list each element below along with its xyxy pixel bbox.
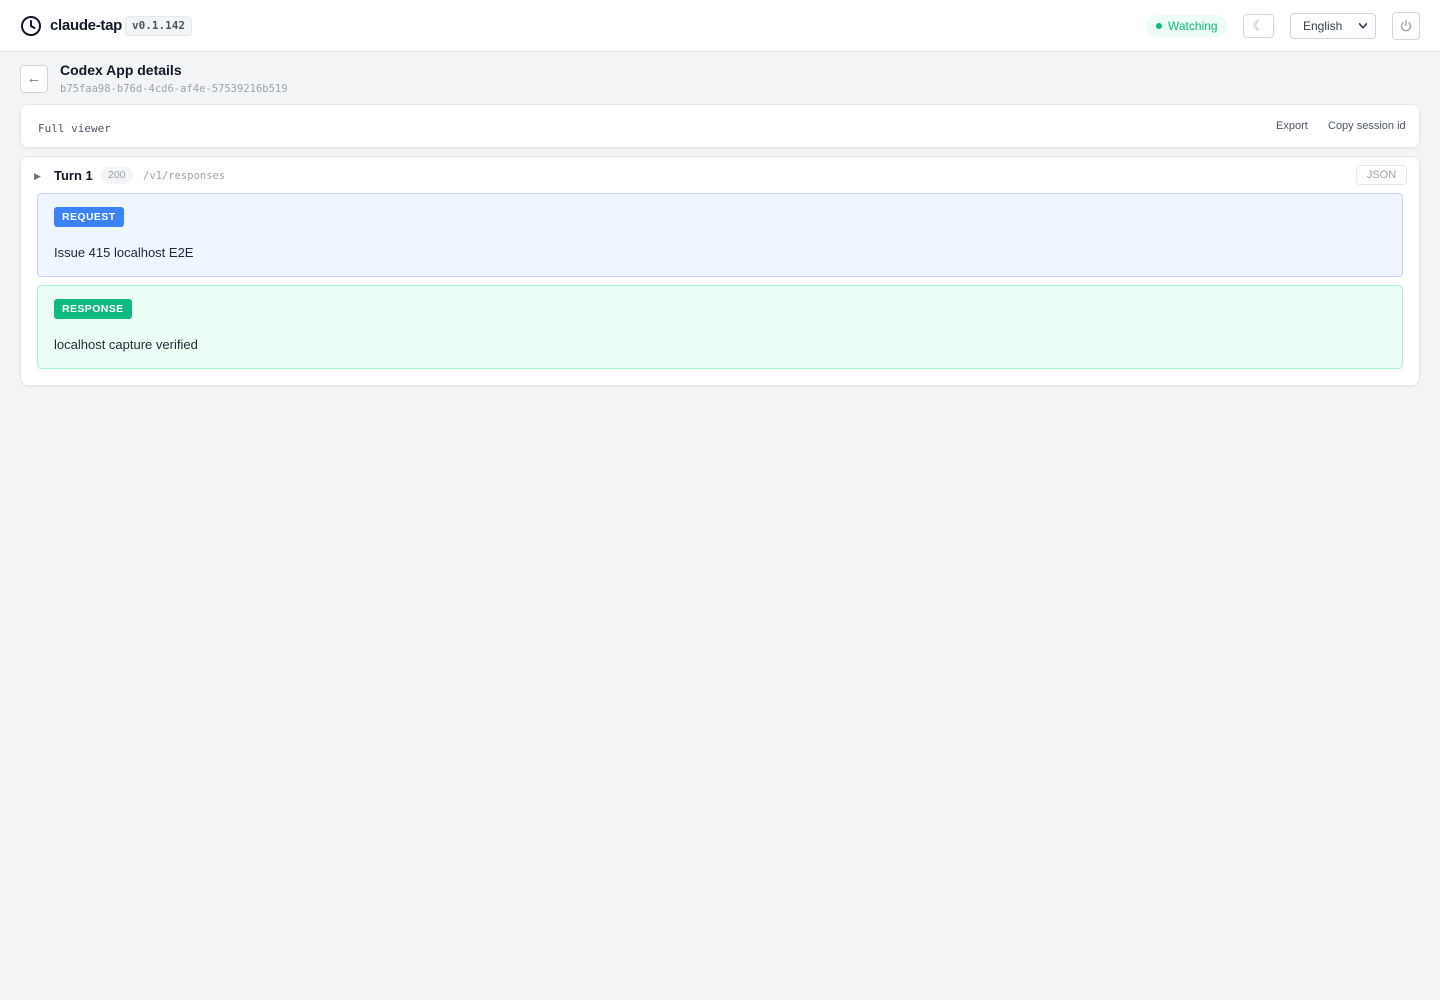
request-badge: REQUEST [54, 207, 124, 227]
back-button[interactable]: ← [20, 65, 48, 93]
power-icon [1400, 19, 1412, 32]
viewer-mode-label: Full viewer [38, 122, 111, 135]
watching-status-label: Watching [1168, 19, 1218, 33]
endpoint-path: /v1/responses [143, 170, 226, 182]
response-text: localhost capture verified [54, 337, 198, 352]
status-dot-icon [1156, 23, 1162, 29]
app-name: claude-tap [50, 17, 123, 34]
json-button[interactable]: JSON [1356, 165, 1407, 185]
turn-card: ▶ Turn 1 200 /v1/responses JSON REQUEST … [20, 156, 1420, 386]
version-badge: v0.1.142 [125, 16, 192, 36]
language-select[interactable]: English [1290, 13, 1376, 39]
turn-label[interactable]: Turn 1 [54, 168, 93, 184]
response-block: RESPONSE localhost capture verified [37, 285, 1403, 369]
export-button[interactable]: Export [1276, 120, 1308, 133]
copy-session-id-button[interactable]: Copy session id [1328, 120, 1406, 133]
theme-toggle-button[interactable]: ☾ [1243, 14, 1274, 38]
expand-caret-icon[interactable]: ▶ [34, 171, 41, 181]
arrow-left-icon: ← [26, 70, 42, 87]
watching-status-badge: Watching [1146, 15, 1227, 37]
moon-icon: ☾ [1252, 18, 1265, 33]
viewer-toolbar: Full viewer Export Copy session id [20, 104, 1420, 148]
session-id: b75faa98-b76d-4cd6-af4e-57539216b519 [60, 83, 288, 95]
request-block: REQUEST Issue 415 localhost E2E [37, 193, 1403, 277]
clock-icon [21, 16, 41, 36]
power-button[interactable] [1392, 12, 1420, 40]
language-select-value: English [1303, 19, 1343, 33]
status-code-badge: 200 [101, 167, 133, 184]
page-title: Codex App details [60, 62, 182, 78]
response-badge: RESPONSE [54, 299, 132, 319]
chevron-down-icon [1359, 23, 1367, 29]
top-bar: claude-tap v0.1.142 Watching ☾ English [0, 0, 1440, 52]
request-text: Issue 415 localhost E2E [54, 245, 194, 260]
